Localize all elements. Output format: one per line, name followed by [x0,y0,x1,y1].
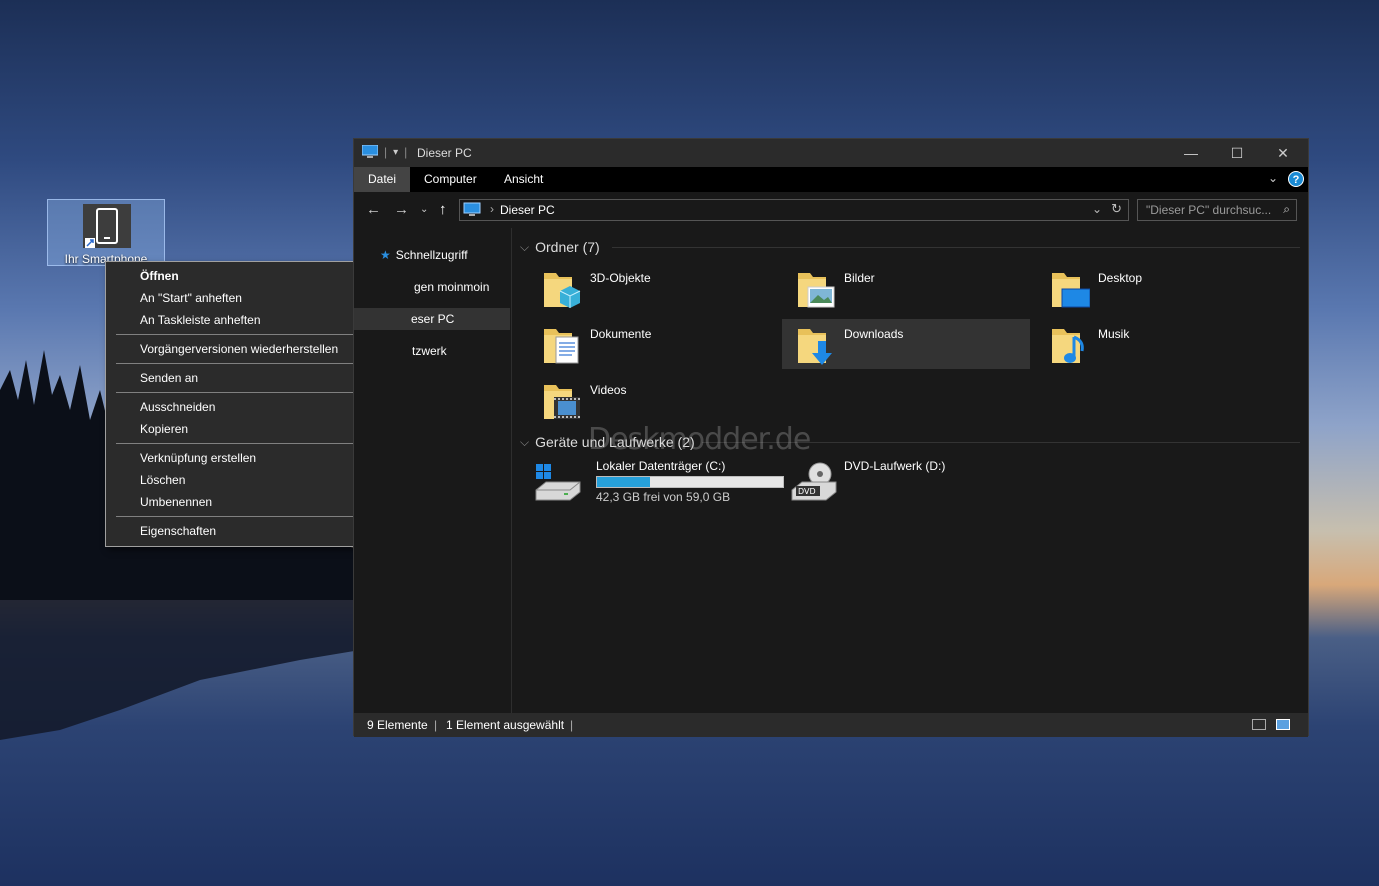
drive-tile-c[interactable]: Lokaler Datenträger (C:) 42,3 GB frei vo… [526,456,788,506]
tiles-view-icon[interactable] [1276,719,1290,730]
folder-tile-downloads[interactable]: Downloads [782,319,1030,369]
nav-item-label: gen moinmoin [414,280,490,294]
refresh-icon[interactable]: ↻ [1111,201,1122,217]
computer-icon [463,202,481,216]
nav-item-quick-access[interactable]: ★ Schnellzugriff [354,244,510,266]
nav-item-label: eser PC [411,312,455,326]
details-view-icon[interactable] [1252,719,1266,730]
documents-folder-icon [544,329,579,364]
chevron-right-icon: › [490,202,494,216]
search-icon: ⌕ [1283,202,1290,216]
3d-objects-folder-icon [544,273,581,308]
desktop-icon-smartphone[interactable]: Ihr Smartphone [47,199,165,266]
nav-item-network[interactable]: tzwerk [354,340,510,362]
videos-folder-icon [544,385,580,419]
chevron-down-icon[interactable]: ⌄ [1092,202,1102,216]
folder-name: Downloads [844,327,904,341]
group-divider [612,237,1300,257]
up-icon[interactable]: ↑ [439,201,447,218]
drive-free-space: 42,3 GB frei von 59,0 GB [596,490,731,504]
folder-tile-music[interactable]: Musik [1042,319,1290,369]
nav-item-this-pc[interactable]: eser PC [354,308,510,330]
chevron-down-icon: ⌵ [520,239,530,254]
status-item-count: 9 Elemente [367,718,428,732]
menu-item-send-to-label: Senden an [140,371,199,385]
search-placeholder: "Dieser PC" durchsuc... [1146,203,1272,217]
customize-toolbar-icon[interactable]: ▾ [393,147,398,158]
nav-item-label: tzwerk [412,344,447,358]
smartphone-icon [83,204,131,248]
group-header-folders[interactable]: ⌵ Ordner (7) [520,237,600,257]
status-divider: | [570,718,574,732]
folder-tile-videos[interactable]: Videos [534,375,782,425]
folder-name: Musik [1098,327,1130,341]
maximize-button[interactable]: ☐ [1214,139,1260,167]
folder-tile-3d-objects[interactable]: 3D-Objekte [534,263,782,313]
downloads-folder-icon [798,329,832,365]
folder-tile-pictures[interactable]: Bilder [788,263,1036,313]
toolbar-divider: | [384,145,388,159]
forward-icon[interactable]: → [394,201,409,218]
toolbar-divider: | [404,145,408,159]
chevron-down-icon: ⌵ [520,434,530,449]
drive-usage-fill [597,477,650,487]
search-box[interactable]: "Dieser PC" durchsuc... ⌕ [1137,199,1297,221]
address-path: Dieser PC [500,203,555,217]
drive-tile-d[interactable]: DVD DVD-Laufwerk (D:) [782,456,1030,506]
folder-tile-documents[interactable]: Dokumente [534,319,782,369]
tab-computer[interactable]: Computer [410,167,491,192]
local-disk-icon [535,464,581,501]
pictures-folder-icon [798,273,835,308]
expand-ribbon-icon[interactable]: ⌄ [1268,171,1278,185]
content-pane: ⌵ Ordner (7) 3D-Objekte Bilder Desktop D… [512,228,1308,713]
star-icon: ★ [380,248,391,262]
folder-name: Dokumente [590,327,652,341]
recent-locations-icon[interactable]: ⌄ [420,204,428,215]
dvd-drive-icon: DVD [791,462,837,501]
navigation-pane: ★ Schnellzugriff gen moinmoin eser PC tzw… [354,228,512,713]
music-folder-icon [1052,329,1084,363]
tab-ansicht[interactable]: Ansicht [490,167,557,192]
drive-name: Lokaler Datenträger (C:) [596,459,726,473]
minimize-button[interactable]: — [1168,139,1214,167]
help-icon[interactable]: ? [1288,171,1304,187]
folder-name: Desktop [1098,271,1143,285]
watermark: Deskmodder.de [588,422,811,457]
address-bar[interactable]: › Dieser PC ⌄ ↻ [459,199,1129,221]
back-icon[interactable]: ← [366,201,381,218]
computer-icon [362,145,378,158]
navigation-bar: ← → ⌄ ↑ › Dieser PC ⌄ ↻ "Dieser PC" durc… [354,192,1308,228]
folder-name: Bilder [844,271,875,285]
desktop-folder-icon [1052,273,1090,308]
tab-datei[interactable]: Datei [354,167,411,192]
nav-item-label: Schnellzugriff [395,248,468,262]
folder-name: Videos [590,383,627,397]
svg-text:DVD: DVD [798,487,816,496]
ribbon-tabs: Datei Computer Ansicht ⌄ ? [354,167,1308,192]
folder-tile-desktop[interactable]: Desktop [1042,263,1290,313]
folder-name: 3D-Objekte [590,271,651,285]
status-divider: | [434,718,438,732]
drive-usage-bar [596,476,784,488]
quick-access-toolbar: | ▾ | [362,145,407,159]
status-bar: 9 Elemente | 1 Element ausgewählt | [354,713,1308,737]
window-title: Dieser PC [417,146,472,160]
close-button[interactable]: ✕ [1260,139,1306,167]
drive-name: DVD-Laufwerk (D:) [844,459,946,473]
status-selected-count: 1 Element ausgewählt [446,718,565,732]
group-header-label: Ordner (7) [535,239,600,255]
title-bar: | ▾ | Dieser PC — ☐ ✕ [354,139,1308,167]
explorer-window: | ▾ | Dieser PC — ☐ ✕ Datei Computer Ans… [353,138,1309,737]
nav-item-user[interactable]: gen moinmoin [354,276,510,298]
